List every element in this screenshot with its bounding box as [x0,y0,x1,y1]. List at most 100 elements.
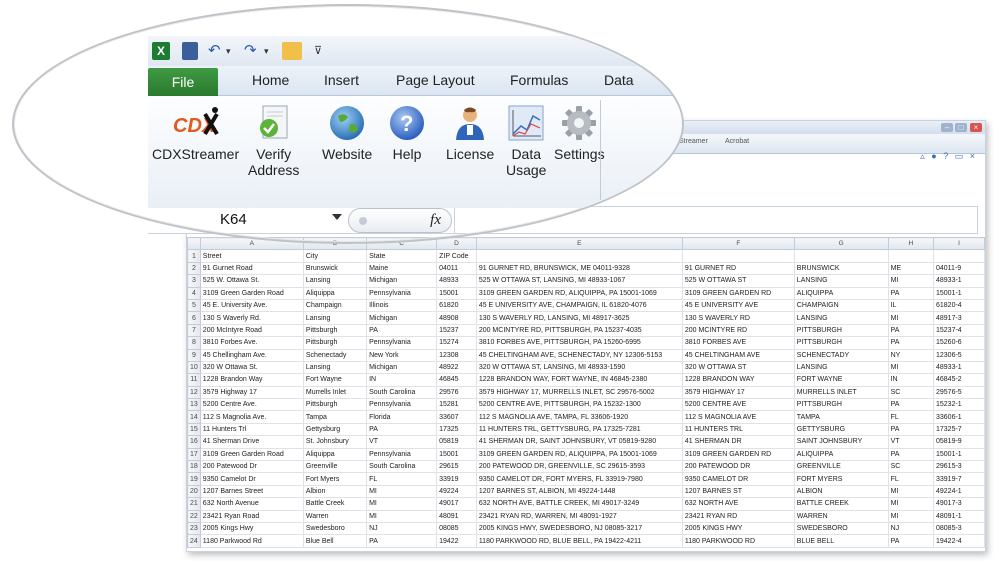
grid-cell[interactable]: FL [887,410,935,424]
grid-cell[interactable]: MI [887,497,935,511]
grid-cell[interactable]: Michigan [366,360,438,375]
grid-cell[interactable]: 91 GURNET RD [681,261,795,276]
grid-cell[interactable]: 200 McIntyre Road [199,323,304,338]
grid-cell[interactable]: IL [887,298,935,313]
grid-cell[interactable]: 48091 [436,509,477,524]
row-number[interactable]: 11 [187,373,201,387]
grid-cell[interactable]: 200 MCINTYRE RD, PITTSBURGH, PA 15237-40… [475,323,683,338]
grid-cell[interactable]: Lansing [302,274,368,288]
grid-cell[interactable]: 48933-1 [933,274,985,288]
tab-page-layout[interactable]: Page Layout [396,72,475,88]
grid-cell[interactable]: 112 S Magnolia Ave. [199,410,304,424]
grid-cell[interactable]: 5200 Centre Ave. [199,398,304,412]
column-header[interactable]: G [793,236,889,251]
grid-cell[interactable]: PA [887,422,935,437]
grid-cell[interactable]: 29615 [436,460,477,474]
row-number[interactable]: 6 [187,311,201,325]
grid-cell[interactable]: 130 S WAVERLY RD, LANSING, MI 48917-3625 [475,311,683,325]
grid-cell[interactable]: 3810 FORBES AVE, PITTSBURGH, PA 15260-69… [475,336,683,350]
grid-cell[interactable]: MI [366,497,438,511]
tab-streamer[interactable]: Streamer [679,138,708,145]
grid-cell[interactable]: FORT WAYNE [793,373,889,387]
row-number[interactable]: 13 [187,398,201,412]
grid-cell[interactable]: PA [887,398,935,412]
grid-cell[interactable]: 9350 CAMELOT DR [681,472,795,486]
grid-cell[interactable]: IN [887,373,935,387]
row-number[interactable]: 23 [187,521,201,536]
grid-cell[interactable]: BLUE BELL [793,534,889,548]
grid-cell[interactable]: St. Johnsbury [302,435,368,449]
row-number[interactable]: 20 [187,484,201,499]
grid-cell[interactable]: Street [199,249,304,263]
row-number[interactable]: 17 [187,447,201,462]
grid-cell[interactable]: PA [366,422,438,437]
grid-cell[interactable]: 45 E. University Ave. [199,298,304,313]
grid-cell[interactable]: 525 W. Ottawa St. [199,274,304,288]
grid-cell[interactable]: 19422 [436,534,477,548]
chevron-down-icon[interactable]: ▾ [264,42,269,60]
row-number[interactable]: 24 [187,534,201,548]
grid-cell[interactable]: Fort Wayne [302,373,368,387]
open-folder-icon[interactable] [282,42,302,60]
column-header[interactable]: F [681,236,795,251]
row-number[interactable]: 15 [187,422,201,437]
grid-cell[interactable]: 49017-3 [933,497,985,511]
grid-cell[interactable]: 11 Hunters Trl [199,422,304,437]
grid-cell[interactable]: 12306-5 [933,348,985,362]
grid-cell[interactable]: ALBION [793,484,889,499]
tab-home[interactable]: Home [252,72,289,88]
grid-cell[interactable]: SCHENECTADY [793,348,889,362]
row-number[interactable]: 5 [187,298,201,313]
grid-cell[interactable]: New York [366,348,438,362]
column-header[interactable]: I [933,236,985,251]
grid-cell[interactable]: 632 NORTH AVE [681,497,795,511]
row-number[interactable]: 21 [187,497,201,511]
grid-cell[interactable]: 3109 Green Garden Road [199,286,304,300]
grid-cell[interactable]: LANSING [793,360,889,375]
tab-insert[interactable]: Insert [324,72,359,88]
grid-cell[interactable]: ME [887,261,935,276]
grid-cell[interactable]: WARREN [793,509,889,524]
grid-cell[interactable]: 15001 [436,286,477,300]
grid-cell[interactable]: 45 CHELTINGHAM AVE, SCHENECTADY, NY 1230… [475,348,683,362]
row-number[interactable]: 10 [187,360,201,375]
grid-cell[interactable]: Illinois [366,298,438,313]
grid-cell[interactable]: 200 MCINTYRE RD [681,323,795,338]
grid-cell[interactable]: 1207 BARNES ST [681,484,795,499]
grid-cell[interactable]: 200 PATEWOOD DR [681,460,795,474]
grid-cell[interactable]: South Carolina [366,460,438,474]
grid-cell[interactable]: 15237 [436,323,477,338]
grid-cell[interactable]: 33607 [436,410,477,424]
grid-cell[interactable]: 48917-3 [933,311,985,325]
grid-cell[interactable]: Schenectady [302,348,368,362]
grid-cell[interactable]: 23421 RYAN RD [681,509,795,524]
grid-cell[interactable]: 33919 [436,472,477,486]
grid-cell[interactable]: Blue Bell [302,534,368,548]
grid-cell[interactable]: PITTSBURGH [793,323,889,338]
grid-cell[interactable]: PA [887,336,935,350]
grid-cell[interactable]: 200 PATEWOOD DR, GREENVILLE, SC 29615-35… [475,460,683,474]
help-button[interactable]: ? Help [388,104,426,162]
grid-cell[interactable]: 61820-4 [933,298,985,313]
grid-cell[interactable]: Battle Creek [302,497,368,511]
grid-cell[interactable]: 3109 Green Garden Road [199,447,304,462]
grid-cell[interactable]: 130 S WAVERLY RD [681,311,795,325]
grid-cell[interactable]: 91 GURNET RD, BRUNSWICK, ME 04011-9328 [475,261,683,276]
grid-cell[interactable]: SC [887,460,935,474]
grid-cell[interactable]: 49017 [436,497,477,511]
grid-cell[interactable]: ALIQUIPPA [793,286,889,300]
grid-cell[interactable]: Greenville [302,460,368,474]
grid-cell[interactable]: 49224 [436,484,477,499]
grid-cell[interactable]: 2005 KINGS HWY, SWEDESBORO, NJ 08085-321… [475,521,683,536]
grid-cell[interactable]: 1228 Brandon Way [199,373,304,387]
grid-cell[interactable]: 15274 [436,336,477,350]
grid-cell[interactable]: 04011-9 [933,261,985,276]
grid-cell[interactable]: 632 North Avenue [199,497,304,511]
grid-cell[interactable]: GREENVILLE [793,460,889,474]
grid-cell[interactable]: 15237-4 [933,323,985,338]
grid-cell[interactable]: 23421 RYAN RD, WARREN, MI 48091-1927 [475,509,683,524]
grid-cell[interactable]: Aliquippa [302,447,368,462]
grid-cell[interactable]: Michigan [366,274,438,288]
grid-cell[interactable]: 61820 [436,298,477,313]
grid-cell[interactable]: Fort Myers [302,472,368,486]
